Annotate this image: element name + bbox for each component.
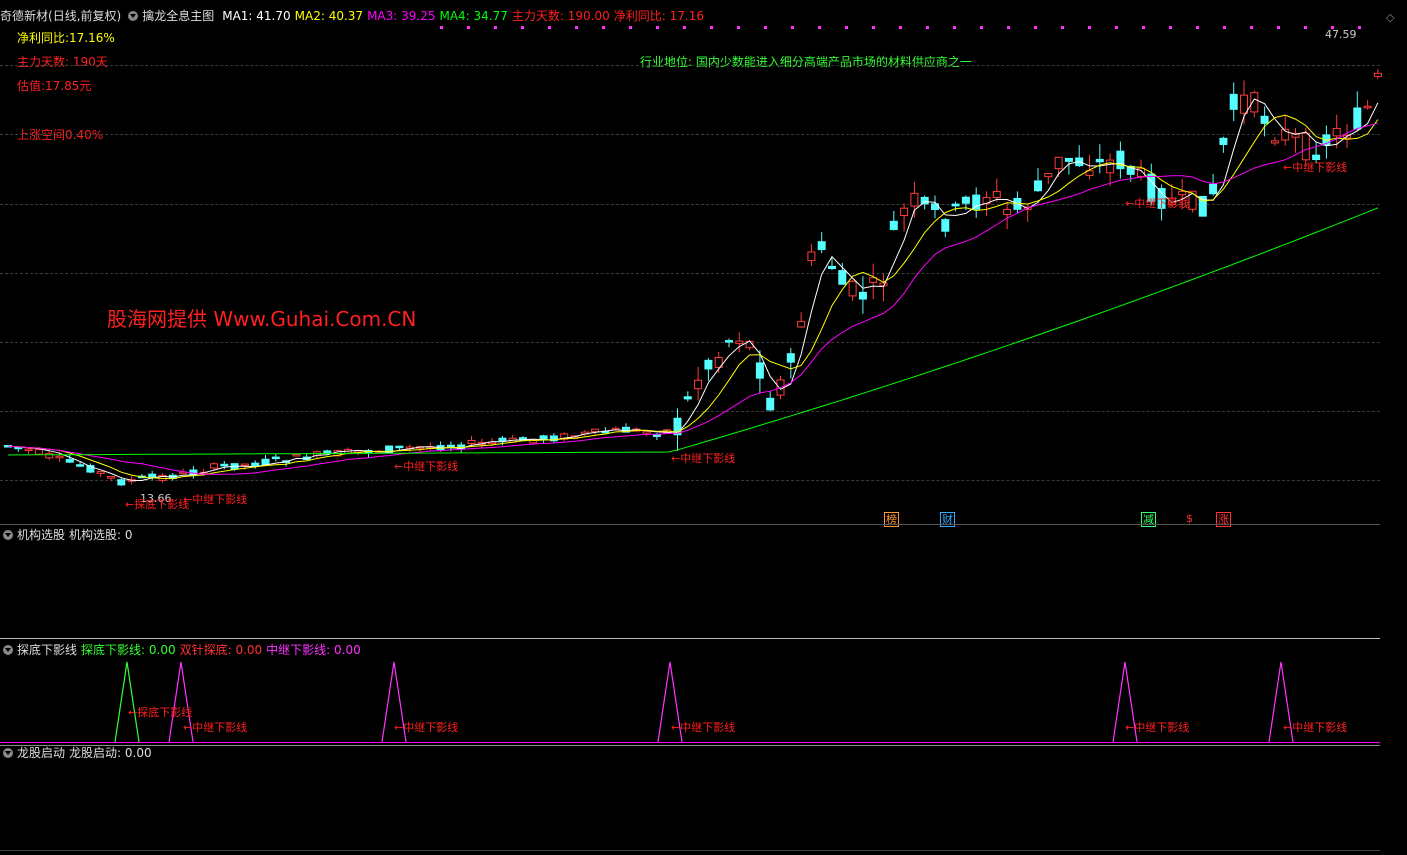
signal-zhongji-panel-3: ←中继下影线	[671, 721, 736, 734]
signal-zhongji-panel-5: ←中继下影线	[1283, 721, 1348, 734]
panel3-header: 龙股启动 龙股启动: 0.00	[0, 743, 156, 763]
signal-tandi-panel: ←探底下影线	[128, 706, 193, 719]
signal-zhongji-panel-1: ←中继下影线	[183, 721, 248, 734]
signal-zhongji-panel-4: ←中继下影线	[1125, 721, 1190, 734]
panel3-title[interactable]: 龙股启动	[17, 746, 65, 760]
signal-spike	[114, 661, 140, 743]
signal-zhongji-panel-2: ←中继下影线	[394, 721, 459, 734]
panel3-toggle-icon[interactable]	[3, 747, 13, 758]
panel3-value: 龙股启动: 0.00	[69, 746, 152, 760]
time-axis	[0, 850, 1380, 851]
